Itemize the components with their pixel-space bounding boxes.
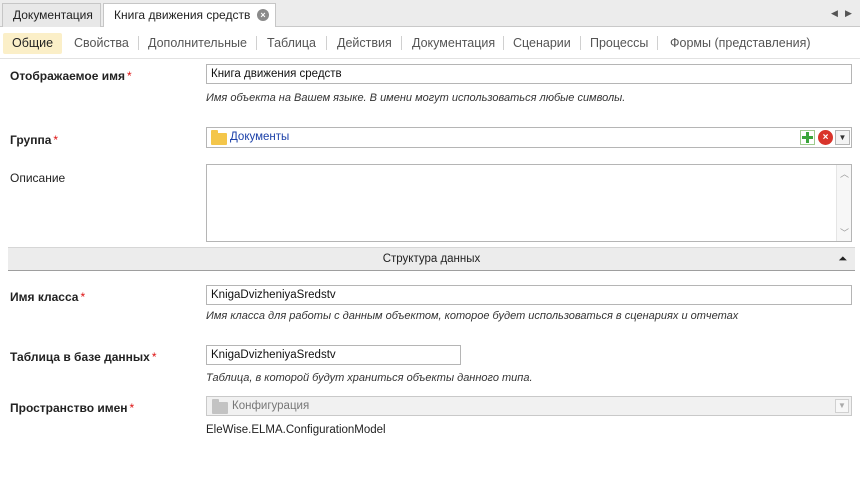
tab-processes[interactable]: Процессы: [590, 33, 648, 54]
group-selector[interactable]: Документы × ▼: [206, 127, 852, 148]
remove-icon[interactable]: ×: [818, 130, 833, 145]
namespace-select: Конфигурация ▼: [206, 396, 852, 416]
group-link[interactable]: Документы: [230, 131, 289, 143]
doc-tab-label: Книга движения средств: [114, 8, 251, 22]
db-table-hint: Таблица, в которой будут храниться объек…: [206, 372, 533, 384]
class-name-label: Имя класса *: [10, 290, 86, 304]
tab-forms[interactable]: Формы (представления): [670, 33, 811, 54]
chevron-down-icon: ▼: [835, 399, 849, 413]
data-structure-header[interactable]: Структура данных ⏶: [8, 247, 855, 271]
class-name-hint: Имя класса для работы с данным объектом,…: [206, 310, 739, 322]
tab-additional[interactable]: Дополнительные: [148, 33, 247, 54]
section-tabs: Общие Свойства Дополнительные Таблица Де…: [0, 27, 860, 59]
tab-separator: [326, 36, 327, 50]
scroll-up-icon[interactable]: ︿: [840, 167, 849, 180]
chevron-left-icon[interactable]: ◀: [831, 8, 838, 19]
db-table-input[interactable]: KnigaDvizheniyaSredstv: [206, 345, 461, 365]
tab-general[interactable]: Общие: [3, 33, 62, 54]
display-name-label: Отображаемое имя *: [10, 69, 132, 83]
description-scrollbar[interactable]: ︿ ﹀: [836, 165, 851, 241]
group-label: Группа *: [10, 133, 59, 147]
doc-tab-active[interactable]: Книга движения средств ×: [103, 3, 276, 28]
description-textarea[interactable]: ︿ ﹀: [206, 164, 852, 242]
class-name-input[interactable]: KnigaDvizheniyaSredstv: [206, 285, 852, 305]
close-icon[interactable]: ×: [257, 9, 269, 21]
display-name-hint: Имя объекта на Вашем языке. В имени могу…: [206, 92, 626, 104]
namespace-selected: Конфигурация: [232, 400, 310, 412]
add-icon[interactable]: [800, 130, 815, 145]
document-tabs-bar: Документация Книга движения средств × ◀ …: [0, 0, 860, 28]
db-table-label: Таблица в базе данных *: [10, 350, 157, 364]
chevron-down-icon[interactable]: ▼: [835, 130, 850, 145]
tab-separator: [401, 36, 402, 50]
namespace-label: Пространство имен *: [10, 401, 135, 415]
tab-separator: [580, 36, 581, 50]
tab-table[interactable]: Таблица: [267, 33, 316, 54]
chevron-right-icon[interactable]: ▶: [845, 8, 852, 19]
data-structure-title: Структура данных: [382, 253, 481, 265]
doc-tab-documentation[interactable]: Документация: [2, 3, 101, 27]
folder-icon: [211, 130, 227, 145]
double-chevron-up-icon[interactable]: ⏶: [838, 248, 847, 271]
namespace-full-value: EleWise.ELMA.ConfigurationModel: [206, 424, 386, 436]
scroll-down-icon[interactable]: ﹀: [840, 226, 849, 239]
tab-separator: [657, 36, 658, 50]
tab-properties[interactable]: Свойства: [74, 33, 129, 54]
description-label: Описание: [10, 171, 66, 185]
tab-separator: [256, 36, 257, 50]
tab-scenarios[interactable]: Сценарии: [513, 33, 571, 54]
display-name-input[interactable]: Книга движения средств: [206, 64, 852, 84]
folder-icon: [212, 399, 228, 414]
tab-separator: [503, 36, 504, 50]
tab-separator: [138, 36, 139, 50]
tab-actions[interactable]: Действия: [337, 33, 392, 54]
tab-documentation[interactable]: Документация: [412, 33, 495, 54]
